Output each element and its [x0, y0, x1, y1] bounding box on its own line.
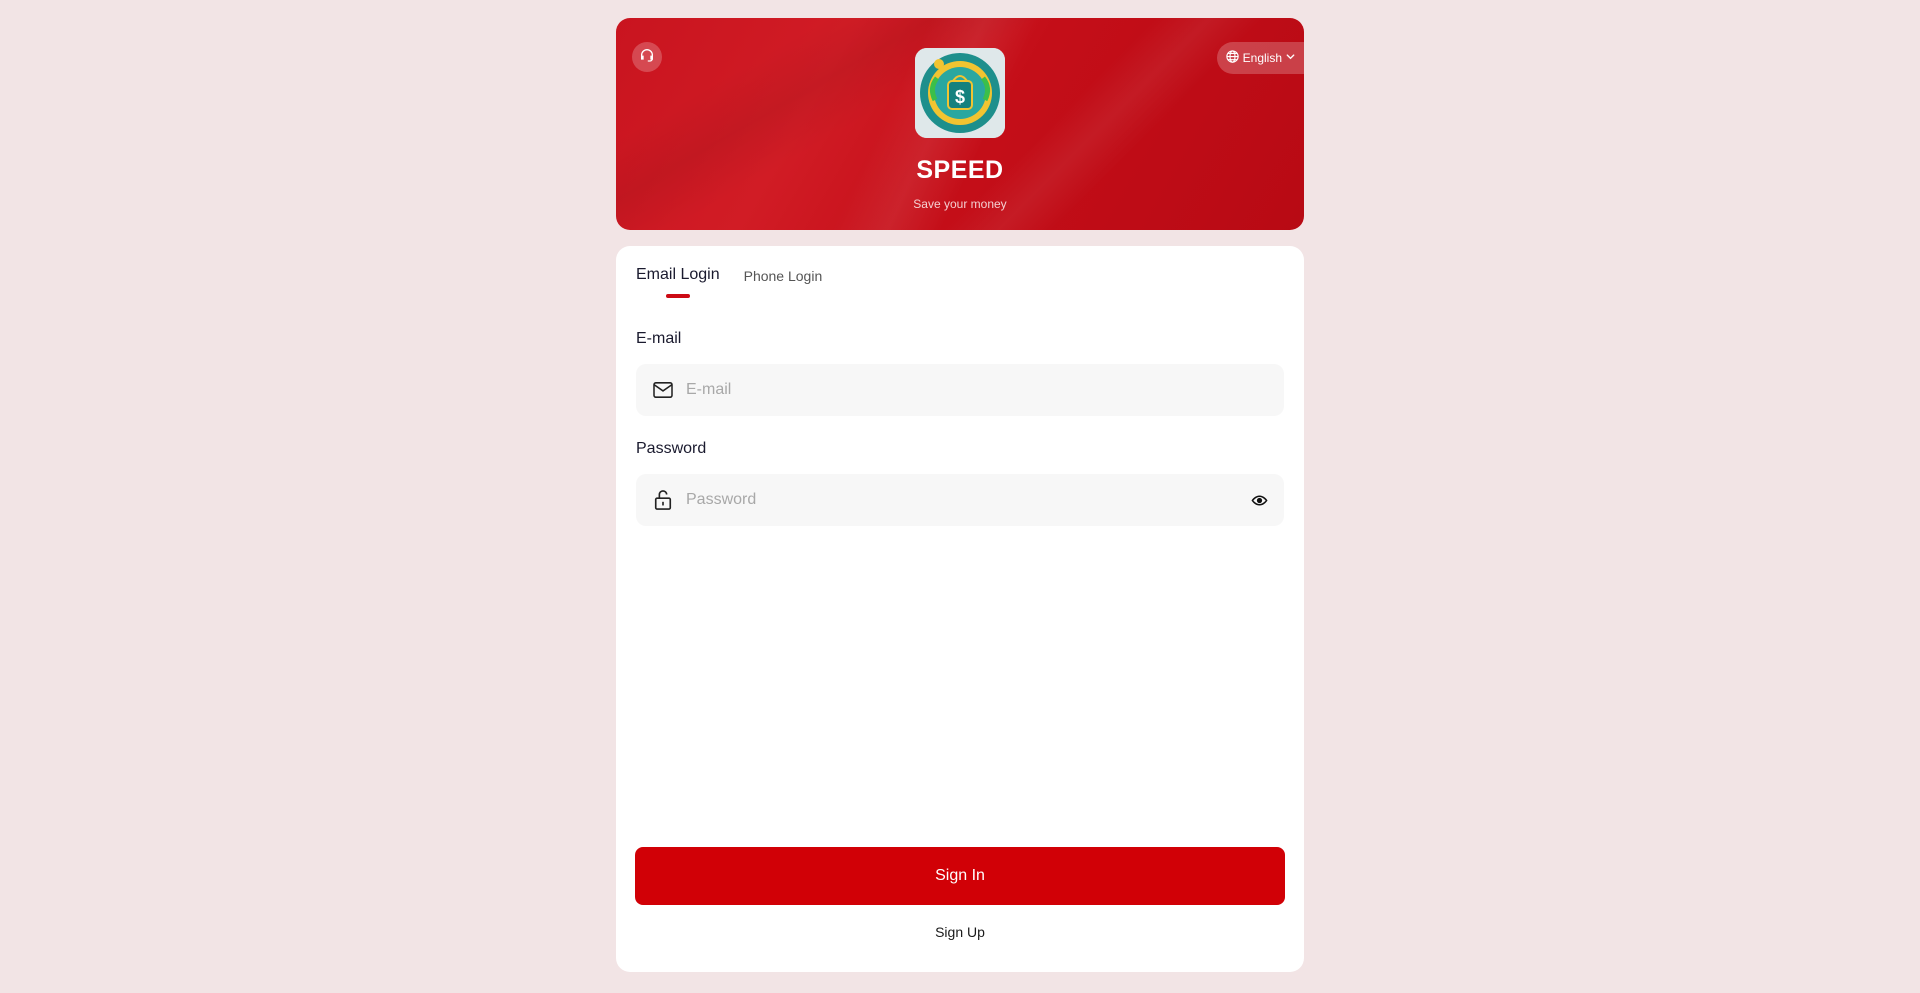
login-card: Email Login Phone Login E-mail Password	[616, 246, 1304, 972]
password-field-wrapper	[636, 474, 1284, 526]
app-logo: $	[915, 48, 1005, 138]
headset-icon	[639, 47, 655, 68]
globe-icon	[1225, 49, 1240, 67]
brand-name: SPEED	[916, 156, 1004, 184]
email-input[interactable]	[686, 381, 1270, 399]
email-label: E-mail	[636, 330, 682, 347]
tab-email-login[interactable]: Email Login	[636, 266, 720, 298]
password-input[interactable]	[686, 491, 1248, 509]
customer-service-button[interactable]	[632, 42, 662, 72]
login-page: $ English SPEED Save your money Email Lo…	[616, 18, 1304, 972]
chevron-down-icon	[1285, 51, 1296, 65]
email-field-wrapper	[636, 364, 1284, 416]
hero-banner: $ English SPEED Save your money	[616, 18, 1304, 230]
password-label: Password	[636, 440, 707, 457]
sign-in-button[interactable]: Sign In	[635, 847, 1285, 905]
language-selector[interactable]: English	[1216, 42, 1304, 74]
tab-phone-login[interactable]: Phone Login	[744, 266, 823, 298]
mail-icon	[652, 379, 674, 401]
language-label: English	[1242, 51, 1282, 65]
eye-icon[interactable]	[1248, 489, 1270, 511]
brand-tagline: Save your money	[913, 197, 1007, 211]
login-tabs: Email Login Phone Login	[636, 266, 822, 298]
sign-up-link[interactable]: Sign Up	[616, 924, 1304, 940]
svg-text:$: $	[955, 87, 965, 107]
lock-icon	[652, 489, 674, 511]
